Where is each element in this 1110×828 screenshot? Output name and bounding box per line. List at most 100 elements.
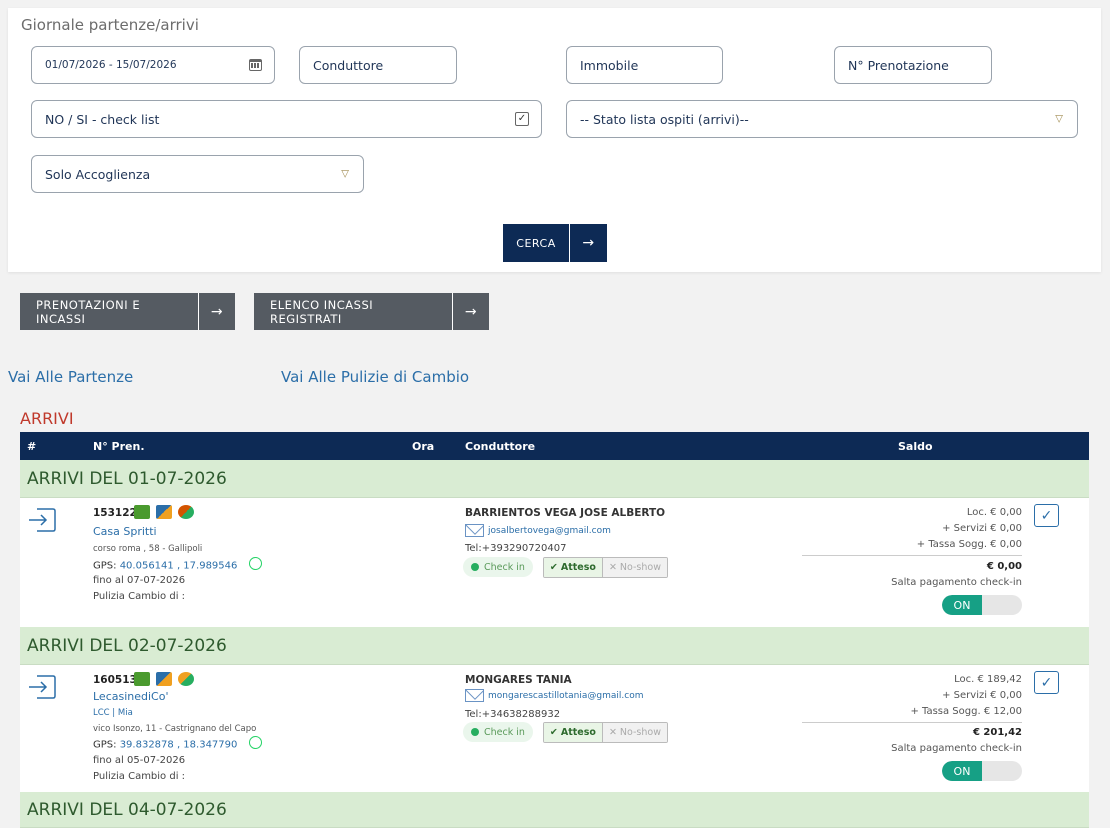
files-icon[interactable] — [156, 505, 172, 519]
salta-pagamento-label: Salta pagamento check-in — [891, 577, 1022, 588]
col-saldo: Saldo — [898, 440, 933, 453]
conduttore-placeholder: Conduttore — [313, 57, 384, 73]
vai-partenze-link[interactable]: Vai Alle Partenze — [8, 368, 133, 386]
payment-icon[interactable] — [178, 505, 194, 519]
gps-coords-link[interactable]: 39.832878 , 18.347790 — [120, 740, 238, 751]
guest-email[interactable]: josalbertovega@gmail.com — [465, 524, 611, 537]
property-link[interactable]: LecasinediCo' — [93, 690, 169, 703]
documents-icon[interactable] — [134, 505, 150, 519]
noshow-label: No-show — [619, 727, 661, 738]
guest-email-text[interactable]: josalbertovega@gmail.com — [488, 526, 611, 536]
prenotazioni-incassi-button[interactable]: PRENOTAZIONI E INCASSI → — [20, 293, 235, 330]
row-checkbox[interactable]: ✓ — [1034, 504, 1059, 527]
toggle-on-label: ON — [942, 595, 982, 615]
arrow-right-icon: → — [582, 235, 595, 251]
gps-label: GPS: — [93, 739, 117, 751]
property-address: vico Isonzo, 11 - Castrignano del Capo — [93, 724, 257, 734]
stato-lista-select-value: -- Stato lista ospiti (arrivi)-- — [580, 111, 749, 127]
files-icon[interactable] — [156, 672, 172, 686]
table-row: 153122 Casa Spritti corso roma , 58 - Ga… — [20, 498, 1089, 627]
checkin-label: Check in — [484, 561, 525, 573]
pren-number[interactable]: 160513 — [93, 674, 137, 686]
page-title: Giornale partenze/arrivi — [21, 16, 199, 34]
gps-coords-link[interactable]: 40.056141 , 17.989546 — [120, 561, 238, 572]
arrival-status-toggle: ✔ Atteso ✕ No-show — [542, 722, 668, 743]
guest-phone: Tel:+34638288932 — [465, 709, 561, 720]
property-tag: LCC | Mia — [93, 708, 133, 718]
check-icon: ✔ — [549, 727, 558, 738]
check-icon: ✔ — [549, 562, 558, 573]
group-header: ARRIVI DEL 02-07-2026 — [20, 627, 1089, 665]
checkin-label: Check in — [484, 726, 525, 738]
date-range-field[interactable]: 01/07/2026 - 15/07/2026 — [31, 46, 275, 84]
stato-lista-select[interactable]: -- Stato lista ospiti (arrivi)-- ▽ — [566, 100, 1078, 138]
pulizia-cambio-text: Pulizia Cambio di : — [93, 771, 186, 782]
salta-pagamento-toggle[interactable]: ON — [942, 595, 1022, 615]
guest-email[interactable]: mongarescastillotania@gmail.com — [465, 689, 643, 702]
atteso-label: Atteso — [560, 562, 596, 573]
accoglienza-select[interactable]: Solo Accoglienza ▽ — [31, 155, 364, 193]
saldo-divider — [802, 555, 1022, 556]
pulizia-cambio-text: Pulizia Cambio di : — [93, 591, 186, 602]
pren-number[interactable]: 153122 — [93, 507, 137, 519]
salta-pagamento-label: Salta pagamento check-in — [891, 743, 1022, 754]
property-link[interactable]: Casa Spritti — [93, 525, 157, 538]
group-header: ARRIVI DEL 04-07-2026 — [20, 792, 1089, 828]
atteso-label: Atteso — [560, 727, 596, 738]
guest-phone: Tel:+393290720407 — [465, 543, 567, 554]
payment-icon[interactable] — [178, 672, 194, 686]
saldo-tassa: + Tassa Sogg. € 12,00 — [910, 706, 1022, 717]
guest-email-text[interactable]: mongarescastillotania@gmail.com — [488, 691, 643, 701]
chevron-down-icon: ▽ — [341, 168, 349, 180]
col-ora: Ora — [412, 440, 435, 453]
noshow-label: No-show — [619, 562, 661, 573]
guest-name: MONGARES TANIA — [465, 674, 572, 686]
immobile-input[interactable]: Immobile — [566, 46, 723, 84]
atteso-button[interactable]: ✔ Atteso — [543, 723, 603, 742]
saldo-servizi: + Servizi € 0,00 — [942, 523, 1022, 534]
calendar-icon[interactable] — [249, 59, 262, 71]
checklist-select[interactable]: NO / SI - check list ✓ — [31, 100, 542, 138]
guest-name: BARRIENTOS VEGA JOSE ALBERTO — [465, 507, 666, 519]
gps-label: GPS: — [93, 560, 117, 572]
noshow-button[interactable]: ✕ No-show — [602, 723, 667, 742]
envelope-icon — [465, 689, 484, 702]
checkin-status-badge: Check in — [463, 557, 533, 577]
immobile-placeholder: Immobile — [580, 57, 639, 73]
date-range-value: 01/07/2026 - 15/07/2026 — [45, 59, 177, 71]
status-badges: Check in ✔ Atteso ✕ No-show — [463, 557, 668, 578]
whatsapp-icon[interactable] — [248, 736, 262, 749]
whatsapp-icon[interactable] — [248, 557, 262, 570]
vai-pulizie-link[interactable]: Vai Alle Pulizie di Cambio — [281, 368, 469, 386]
documents-icon[interactable] — [134, 672, 150, 686]
elenco-incassi-label: ELENCO INCASSI REGISTRATI — [254, 293, 453, 330]
property-address: corso roma , 58 - Gallipoli — [93, 544, 203, 554]
col-conduttore: Conduttore — [465, 440, 536, 453]
gps-row: GPS: 39.832878 , 18.347790 — [93, 736, 262, 751]
prenotazione-input[interactable]: N° Prenotazione — [834, 46, 992, 84]
fino-al-text: fino al 07-07-2026 — [93, 575, 186, 586]
feature-icons — [134, 672, 194, 686]
toggle-on-label: ON — [942, 761, 982, 781]
saldo-total: € 0,00 — [986, 561, 1022, 572]
elenco-incassi-button[interactable]: ELENCO INCASSI REGISTRATI → — [254, 293, 489, 330]
cerca-button[interactable]: CERCA → — [503, 224, 607, 262]
saldo-servizi: + Servizi € 0,00 — [942, 690, 1022, 701]
arrival-status-toggle: ✔ Atteso ✕ No-show — [542, 557, 668, 578]
conduttore-input[interactable]: Conduttore — [299, 46, 457, 84]
arrow-right-icon: → — [464, 303, 478, 320]
fino-al-text: fino al 05-07-2026 — [93, 755, 186, 766]
checkin-enter-icon[interactable] — [27, 507, 57, 533]
accoglienza-select-value: Solo Accoglienza — [45, 166, 151, 182]
salta-pagamento-toggle[interactable]: ON — [942, 761, 1022, 781]
checkin-enter-icon[interactable] — [27, 674, 57, 700]
atteso-button[interactable]: ✔ Atteso — [543, 558, 603, 577]
saldo-divider — [802, 722, 1022, 723]
col-hash: # — [27, 440, 37, 453]
noshow-button[interactable]: ✕ No-show — [602, 558, 667, 577]
row-checkbox[interactable]: ✓ — [1034, 671, 1059, 694]
checkin-status-badge: Check in — [463, 722, 533, 742]
user-off-icon: ✕ — [608, 727, 617, 738]
saldo-loc: Loc. € 189,42 — [954, 674, 1022, 685]
saldo-loc: Loc. € 0,00 — [966, 507, 1022, 518]
